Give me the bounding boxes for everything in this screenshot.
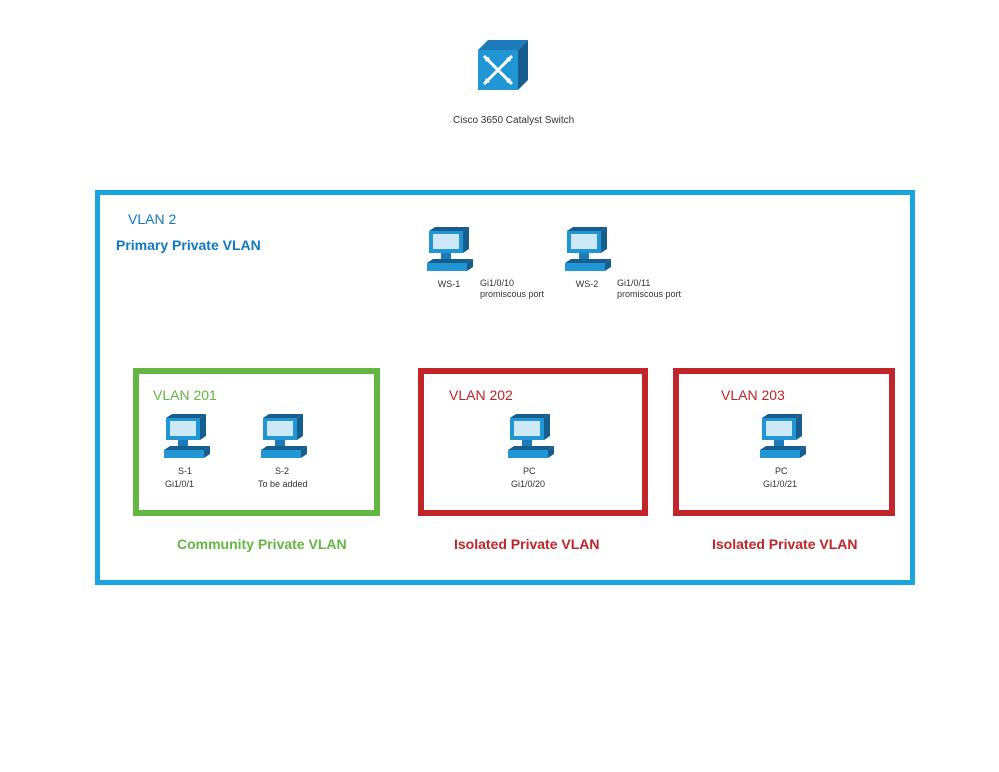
pc2-name: PC xyxy=(775,466,788,476)
vlan2-id: VLAN 2 xyxy=(128,211,176,227)
isolated-vlan-label: Isolated Private VLAN xyxy=(454,536,600,552)
s2-name: S-2 xyxy=(275,466,289,476)
ws1-name: WS-1 xyxy=(434,279,464,289)
s1-name: S-1 xyxy=(178,466,192,476)
ws1-note: promiscous port xyxy=(480,289,544,299)
ws2-port: Gi1/0/11 xyxy=(617,278,650,288)
pc-icon xyxy=(756,414,808,462)
vlan201-id: VLAN 201 xyxy=(153,387,217,403)
switch-label: Cisco 3650 Catalyst Switch xyxy=(453,115,574,126)
ws2-note: promiscous port xyxy=(617,289,681,299)
workstation-icon xyxy=(561,227,613,275)
server-icon xyxy=(160,414,212,462)
vlan202-id: VLAN 202 xyxy=(449,387,513,403)
s1-port: Gi1/0/1 xyxy=(165,479,194,489)
primary-vlan-title: Primary Private VLAN xyxy=(116,237,261,253)
ws1-port: Gi1/0/10 xyxy=(480,278,514,288)
workstation-icon xyxy=(423,227,475,275)
server-icon xyxy=(257,414,309,462)
pc2-port: Gi1/0/21 xyxy=(763,479,797,489)
isolated-vlan-label: Isolated Private VLAN xyxy=(712,536,858,552)
vlan203-id: VLAN 203 xyxy=(721,387,785,403)
switch-icon xyxy=(470,38,530,96)
community-vlan-label: Community Private VLAN xyxy=(177,536,347,552)
pc1-name: PC xyxy=(523,466,536,476)
pc-icon xyxy=(504,414,556,462)
s2-note: To be added xyxy=(258,479,308,489)
pc1-port: Gi1/0/20 xyxy=(511,479,545,489)
ws2-name: WS-2 xyxy=(572,279,602,289)
network-diagram: Cisco 3650 Catalyst Switch VLAN 2 Primar… xyxy=(0,0,999,772)
